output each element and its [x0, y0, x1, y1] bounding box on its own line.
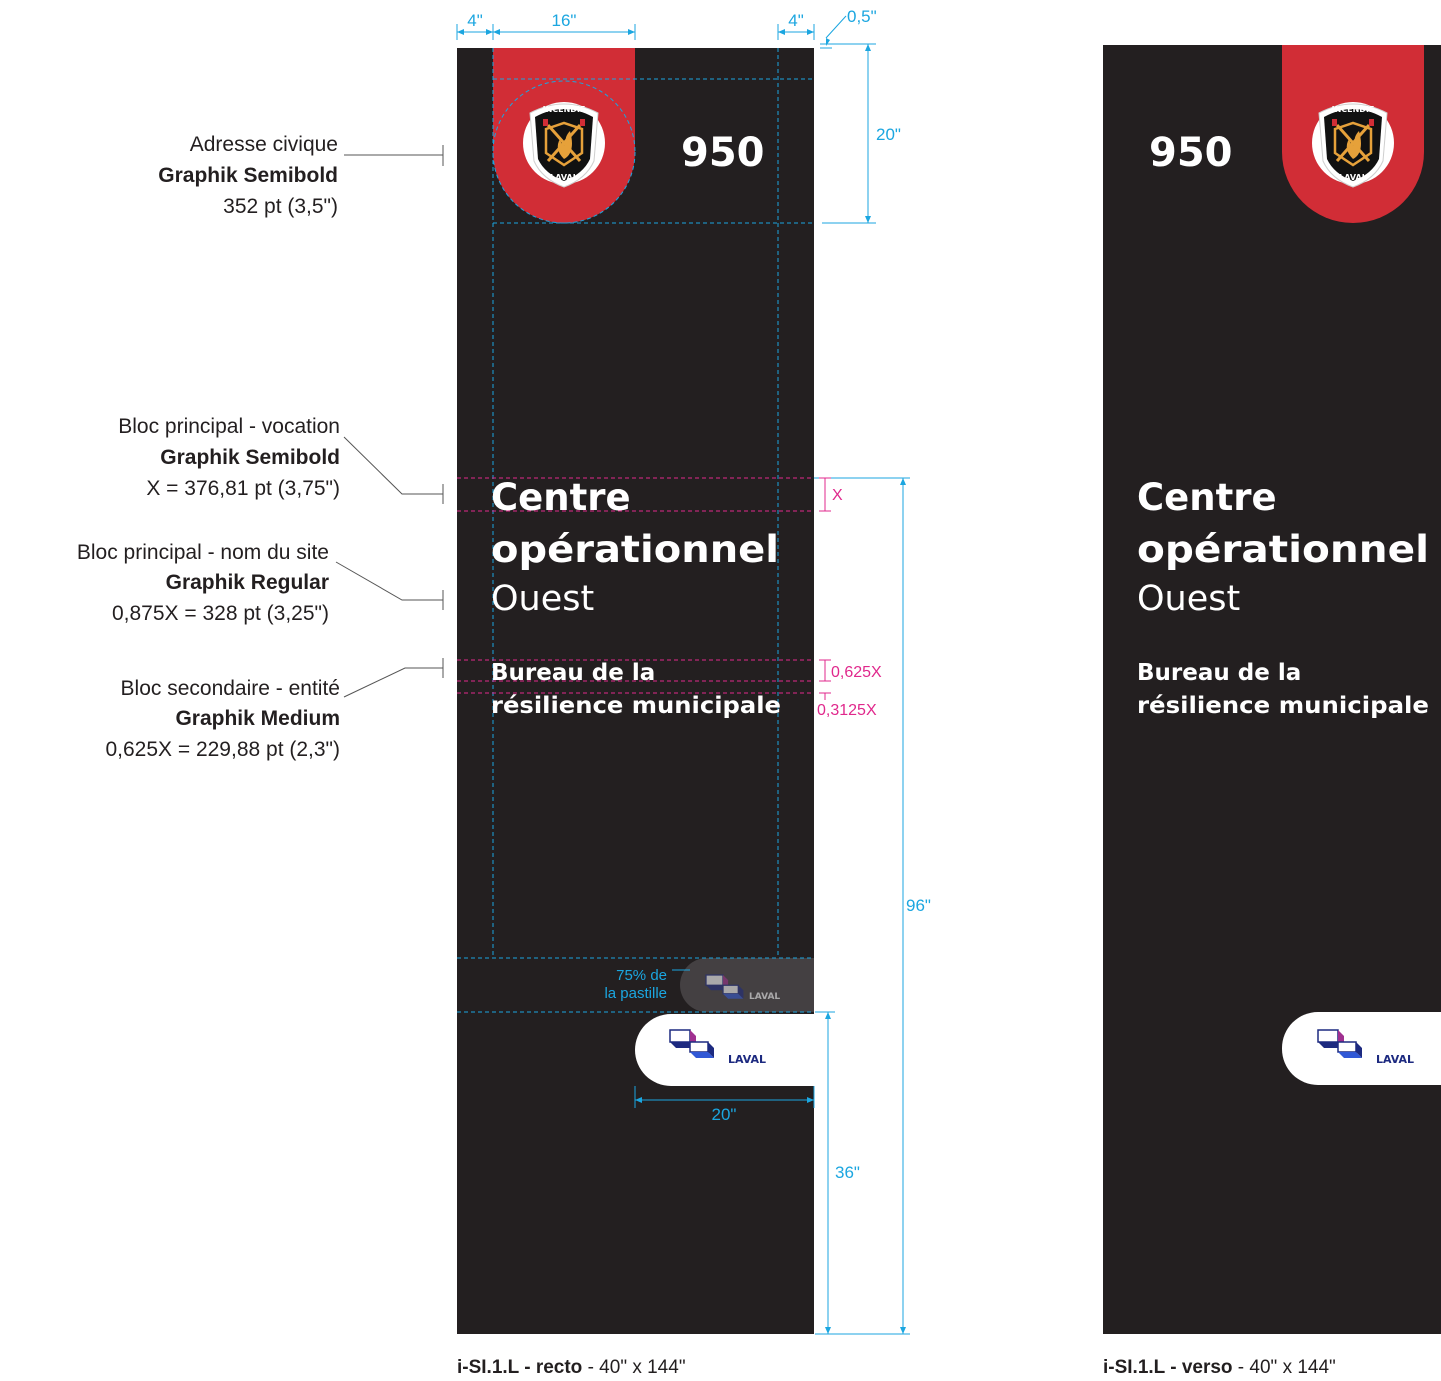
dim-top-offset: 0,5"	[847, 7, 877, 26]
type-measure-labels: X 0,625X 0,3125X	[817, 487, 882, 719]
recto-caption-code: i-SI.1.L - recto	[457, 1357, 582, 1378]
measure-x: X	[832, 487, 843, 504]
verso-site-name: Ouest	[1137, 579, 1240, 619]
recto-address: 950	[681, 130, 765, 176]
annotation-1-size: 352 pt (3,5")	[223, 195, 338, 218]
annotation-1-font: Graphik Semibold	[158, 164, 338, 187]
verso-main-line1: Centre	[1137, 476, 1277, 519]
annotation-1-title: Adresse civique	[190, 133, 338, 156]
dim-logo-width: 20"	[712, 1105, 737, 1124]
annotation-2-size: X = 376,81 pt (3,75")	[146, 477, 340, 500]
recto-laval-pill	[635, 1014, 814, 1086]
svg-text:LAVAL: LAVAL	[749, 992, 780, 1002]
verso-address: 950	[1149, 130, 1233, 176]
annotation-2-font: Graphik Semibold	[160, 446, 340, 469]
verso-caption-size: - 40" x 144"	[1233, 1357, 1336, 1378]
annotation-4-title: Bloc secondaire - entité	[121, 677, 340, 700]
recto-badge-bottom-text: LAVAL	[550, 173, 578, 182]
verso-secondary-line2: résilience municipale	[1137, 693, 1429, 719]
verso-secondary-line1: Bureau de la	[1137, 660, 1301, 686]
measure-gap-2: 0,3125X	[817, 702, 877, 719]
recto-main-line1: Centre	[491, 476, 631, 519]
recto-caption: i-SI.1.L - recto - 40" x 144"	[457, 1357, 686, 1378]
dim-pastille-width: 16"	[552, 11, 577, 30]
dim-bottom-height: 36"	[835, 1163, 860, 1182]
annotation-leaders	[335, 145, 444, 698]
verso-background	[1103, 45, 1441, 1334]
dim-margin-right: 4"	[788, 11, 804, 30]
recto-site-name: Ouest	[491, 579, 594, 619]
recto-caption-size: - 40" x 144"	[582, 1357, 685, 1378]
verso-caption: i-SI.1.L - verso - 40" x 144"	[1103, 1357, 1336, 1378]
recto-badge-top-text: INCENDIE	[543, 105, 586, 114]
recto-laval-wordmark: LAVAL	[728, 1053, 766, 1066]
recto-secondary-line1: Bureau de la	[491, 660, 655, 686]
dim-logo-scale-1: 75% de	[616, 967, 667, 984]
verso-laval-wordmark: LAVAL	[1376, 1053, 1414, 1066]
type-measure-lines	[819, 477, 831, 700]
annotations: Adresse civique Graphik Semibold 352 pt …	[77, 133, 340, 761]
dim-header-height: 20"	[876, 125, 901, 144]
annotation-4-size: 0,625X = 229,88 pt (2,3")	[105, 738, 340, 761]
measure-gap-1: 0,625X	[831, 664, 882, 681]
annotation-4-font: Graphik Medium	[175, 707, 340, 730]
dim-margin-left: 4"	[467, 11, 483, 30]
recto-panel: INCENDIE LAVAL 950 Centre opérationnel O…	[457, 48, 814, 1334]
verso-badge-top-text: INCENDIE	[1332, 105, 1375, 114]
annotation-3-font: Graphik Regular	[166, 571, 329, 594]
recto-secondary-line2: résilience municipale	[491, 693, 781, 719]
annotation-3-size: 0,875X = 328 pt (3,25")	[112, 602, 329, 625]
dim-logo-scale-2: la pastille	[604, 985, 667, 1002]
verso-main-line2: opérationnel	[1137, 528, 1429, 571]
annotation-3-title: Bloc principal - nom du site	[77, 541, 329, 564]
signage-diagram: INCENDIE LAVAL 950 Centre opérationnel O…	[77, 7, 1441, 1378]
dim-text-zone-height: 96"	[906, 896, 931, 915]
verso-panel: INCENDIE LAVAL 950 Centre opérationnel O…	[1103, 45, 1441, 1334]
recto-background	[457, 48, 814, 1334]
annotation-2-title: Bloc principal - vocation	[118, 415, 340, 438]
recto-main-line2: opérationnel	[491, 528, 779, 571]
verso-badge-bottom-text: LAVAL	[1339, 173, 1367, 182]
verso-caption-code: i-SI.1.L - verso	[1103, 1357, 1233, 1378]
